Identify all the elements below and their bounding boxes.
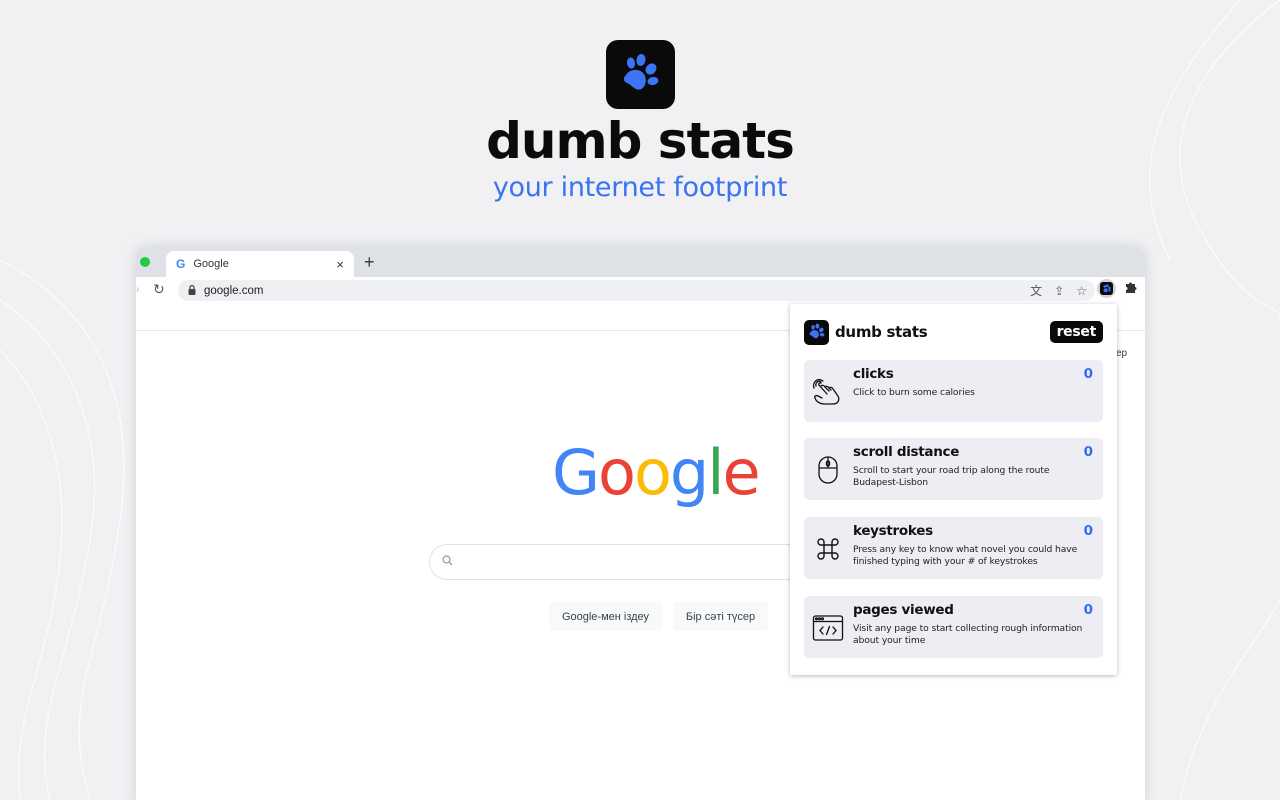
stat-name: keystrokes <box>853 523 933 539</box>
window-maximize-button[interactable] <box>140 257 150 267</box>
dumb-stats-popup: dumb stats reset clicks 0 Click to burn … <box>790 304 1117 675</box>
stat-description: Press any key to know what novel you cou… <box>853 544 1078 567</box>
command-key-icon <box>812 533 844 565</box>
stat-description: Visit any page to start collecting rough… <box>853 623 1083 646</box>
stat-value: 0 <box>1083 523 1093 539</box>
google-logo: Google <box>552 442 761 504</box>
stat-value: 0 <box>1083 602 1093 618</box>
popup-title: dumb stats <box>835 323 928 341</box>
feeling-lucky-button[interactable]: Бір сәті түсер <box>673 602 768 631</box>
mouse-icon <box>812 454 844 486</box>
translate-icon[interactable]: 文 <box>1030 282 1042 299</box>
stat-description: Scroll to start your road trip along the… <box>853 465 1050 488</box>
browser-code-icon <box>812 612 844 644</box>
stat-name: pages viewed <box>853 602 954 618</box>
browser-toolbar: › ↻ google.com 文 ⇪ ☆ <box>136 277 1145 303</box>
reload-icon[interactable]: ↻ <box>153 281 165 298</box>
google-search-button[interactable]: Google-мен іздеу <box>549 602 662 631</box>
hand-pointer-icon <box>812 376 844 408</box>
google-logo-letter: e <box>722 436 761 509</box>
lock-icon <box>188 284 196 297</box>
google-logo-letter: l <box>707 436 724 509</box>
google-logo-letter: G <box>552 436 600 509</box>
google-logo-letter: o <box>598 436 636 509</box>
stat-description: Click to burn some calories <box>853 387 975 398</box>
reset-button[interactable]: reset <box>1049 321 1103 343</box>
popup-header: dumb stats reset <box>804 319 1103 345</box>
close-tab-icon[interactable]: × <box>336 257 344 272</box>
tab-title: Google <box>193 258 229 270</box>
images-link[interactable]: ep <box>1116 348 1127 359</box>
stat-value: 0 <box>1083 444 1093 460</box>
google-logo-letter: g <box>669 436 709 509</box>
paw-icon <box>804 319 829 345</box>
stat-value: 0 <box>1083 366 1093 382</box>
dumb-stats-extension-button[interactable] <box>1097 279 1116 298</box>
paw-icon <box>623 53 658 90</box>
address-bar[interactable]: google.com <box>178 280 1095 301</box>
url-text: google.com <box>204 284 264 297</box>
paw-icon <box>1100 282 1113 295</box>
stat-name: clicks <box>853 366 894 382</box>
stat-card-clicks: clicks 0 Click to burn some calories <box>804 360 1103 422</box>
google-logo-letter: o <box>633 436 672 509</box>
stat-card-keystrokes: keystrokes 0 Press any key to know what … <box>804 517 1103 579</box>
extensions-puzzle-icon[interactable] <box>1125 281 1137 296</box>
stat-card-pages-viewed: pages viewed 0 Visit any page to start c… <box>804 596 1103 658</box>
forward-icon[interactable]: › <box>136 284 139 295</box>
new-tab-button[interactable]: + <box>364 252 375 273</box>
bookmark-star-icon[interactable]: ☆ <box>1076 284 1087 298</box>
search-icon <box>442 555 453 569</box>
hero-logo <box>606 40 675 109</box>
stat-name: scroll distance <box>853 444 960 460</box>
stat-card-scroll-distance: scroll distance 0 Scroll to start your r… <box>804 438 1103 500</box>
share-icon[interactable]: ⇪ <box>1054 284 1064 298</box>
tab-strip: G Google × + <box>136 247 1145 277</box>
tab-google[interactable]: G Google × <box>166 251 354 277</box>
hero-title: dumb stats <box>486 112 795 170</box>
google-g-icon: G <box>176 257 186 271</box>
hero-subtitle: your internet footprint <box>492 172 788 203</box>
